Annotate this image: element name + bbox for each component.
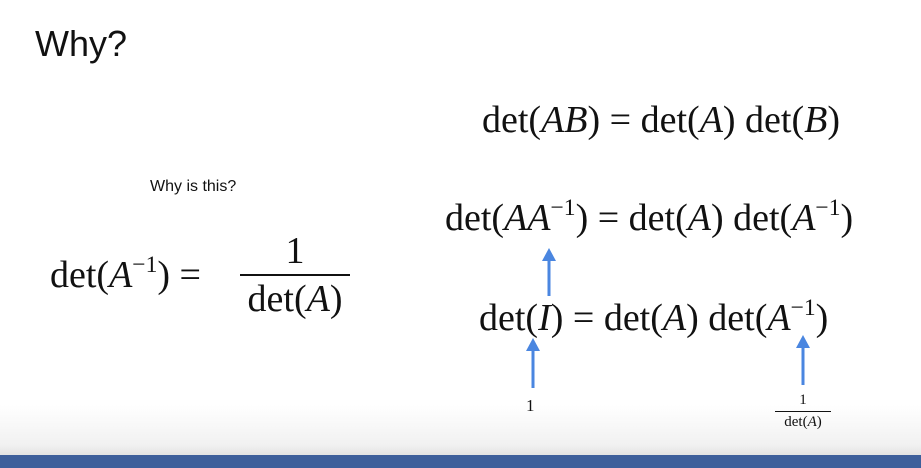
inverse-exponent: −1 xyxy=(132,252,158,279)
caption: Why is this? xyxy=(150,178,237,195)
up-arrow-icon xyxy=(526,338,540,388)
matrix-variable: A xyxy=(109,254,133,296)
product-rule-equation: det(AB) = det(A) det(B) xyxy=(482,99,841,141)
slide-title: Why? xyxy=(35,23,128,64)
fraction-bar xyxy=(240,274,350,276)
up-arrow-icon xyxy=(796,335,810,385)
inverse-determinant-lhs: det(A−1) = xyxy=(50,252,201,296)
up-arrow-icon xyxy=(542,248,556,296)
inverse-product-equation: det(AA−1) = det(A) det(A−1) xyxy=(445,195,854,239)
fraction: 1 det(A) xyxy=(240,232,350,318)
fraction-denominator: det(A) xyxy=(247,278,343,320)
fraction-numerator: 1 xyxy=(285,230,305,272)
fraction-bar xyxy=(775,411,831,412)
identity-determinant-label: 1 xyxy=(526,396,535,415)
slide: Why? Why is this? det(A−1) = 1 det(A) de… xyxy=(0,0,921,468)
inverse-determinant-label: 1 det(A) xyxy=(775,393,831,430)
identity-equation: det(I) = det(A) det(A−1) xyxy=(479,295,829,339)
inverse-determinant-equation: det(A−1) = 1 det(A) xyxy=(50,232,370,332)
bottom-bar xyxy=(0,455,921,468)
